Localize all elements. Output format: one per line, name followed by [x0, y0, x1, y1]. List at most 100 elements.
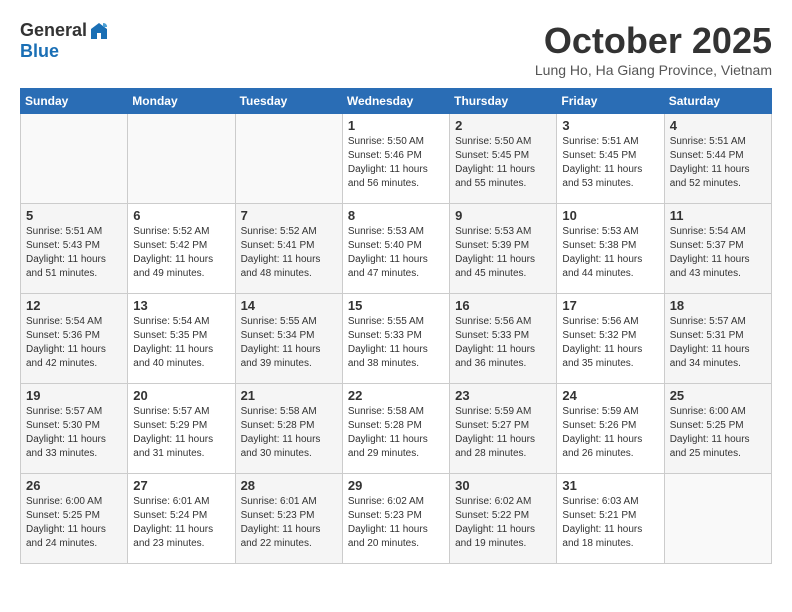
page-header: General Blue October 2025 Lung Ho, Ha Gi… [20, 20, 772, 78]
day-info: Sunrise: 5:53 AM Sunset: 5:39 PM Dayligh… [455, 225, 551, 281]
day-cell-31: 31 Sunrise: 6:03 AM Sunset: 5:21 PM Dayli… [557, 474, 664, 564]
day-info: Sunrise: 5:55 AM Sunset: 5:33 PM Dayligh… [348, 315, 444, 371]
weekday-header-tuesday: Tuesday [235, 89, 342, 114]
week-row-2: 5 Sunrise: 5:51 AM Sunset: 5:43 PM Daylig… [21, 204, 772, 294]
day-number: 31 [562, 478, 658, 493]
day-cell-24: 24 Sunrise: 5:59 AM Sunset: 5:26 PM Dayli… [557, 384, 664, 474]
day-cell-12: 12 Sunrise: 5:54 AM Sunset: 5:36 PM Dayli… [21, 294, 128, 384]
day-info: Sunrise: 5:58 AM Sunset: 5:28 PM Dayligh… [241, 405, 337, 461]
weekday-header-row: SundayMondayTuesdayWednesdayThursdayFrid… [21, 89, 772, 114]
location-text: Lung Ho, Ha Giang Province, Vietnam [535, 62, 772, 78]
day-cell-9: 9 Sunrise: 5:53 AM Sunset: 5:39 PM Daylig… [450, 204, 557, 294]
day-info: Sunrise: 5:56 AM Sunset: 5:32 PM Dayligh… [562, 315, 658, 371]
day-number: 15 [348, 298, 444, 313]
day-info: Sunrise: 5:50 AM Sunset: 5:46 PM Dayligh… [348, 135, 444, 191]
logo: General Blue [20, 20, 109, 62]
day-info: Sunrise: 5:57 AM Sunset: 5:30 PM Dayligh… [26, 405, 122, 461]
day-info: Sunrise: 5:52 AM Sunset: 5:41 PM Dayligh… [241, 225, 337, 281]
day-number: 4 [670, 118, 766, 133]
day-info: Sunrise: 5:58 AM Sunset: 5:28 PM Dayligh… [348, 405, 444, 461]
day-number: 21 [241, 388, 337, 403]
day-number: 29 [348, 478, 444, 493]
day-number: 8 [348, 208, 444, 223]
day-number: 5 [26, 208, 122, 223]
day-info: Sunrise: 6:03 AM Sunset: 5:21 PM Dayligh… [562, 495, 658, 551]
day-number: 22 [348, 388, 444, 403]
day-cell-28: 28 Sunrise: 6:01 AM Sunset: 5:23 PM Dayli… [235, 474, 342, 564]
day-number: 16 [455, 298, 551, 313]
day-info: Sunrise: 5:57 AM Sunset: 5:29 PM Dayligh… [133, 405, 229, 461]
day-number: 7 [241, 208, 337, 223]
day-cell-13: 13 Sunrise: 5:54 AM Sunset: 5:35 PM Dayli… [128, 294, 235, 384]
day-cell-7: 7 Sunrise: 5:52 AM Sunset: 5:41 PM Daylig… [235, 204, 342, 294]
weekday-header-friday: Friday [557, 89, 664, 114]
day-cell-18: 18Sunrise: 5:57 AM Sunset: 5:31 PM Dayli… [664, 294, 771, 384]
day-cell-23: 23 Sunrise: 5:59 AM Sunset: 5:27 PM Dayli… [450, 384, 557, 474]
day-cell-6: 6Sunrise: 5:52 AM Sunset: 5:42 PM Daylig… [128, 204, 235, 294]
day-number: 1 [348, 118, 444, 133]
day-info: Sunrise: 5:51 AM Sunset: 5:44 PM Dayligh… [670, 135, 766, 191]
day-info: Sunrise: 6:02 AM Sunset: 5:23 PM Dayligh… [348, 495, 444, 551]
day-info: Sunrise: 5:53 AM Sunset: 5:40 PM Dayligh… [348, 225, 444, 281]
day-cell-20: 20 Sunrise: 5:57 AM Sunset: 5:29 PM Dayli… [128, 384, 235, 474]
day-cell-22: 22 Sunrise: 5:58 AM Sunset: 5:28 PM Dayli… [342, 384, 449, 474]
day-number: 9 [455, 208, 551, 223]
day-cell-19: 19 Sunrise: 5:57 AM Sunset: 5:30 PM Dayli… [21, 384, 128, 474]
day-cell-25: 25Sunrise: 6:00 AM Sunset: 5:25 PM Dayli… [664, 384, 771, 474]
weekday-header-monday: Monday [128, 89, 235, 114]
day-info: Sunrise: 5:51 AM Sunset: 5:43 PM Dayligh… [26, 225, 122, 281]
week-row-5: 26 Sunrise: 6:00 AM Sunset: 5:25 PM Dayli… [21, 474, 772, 564]
weekday-header-wednesday: Wednesday [342, 89, 449, 114]
day-info: Sunrise: 6:00 AM Sunset: 5:25 PM Dayligh… [26, 495, 122, 551]
day-cell-4: 4 Sunrise: 5:51 AM Sunset: 5:44 PM Daylig… [664, 114, 771, 204]
week-row-1: 1 Sunrise: 5:50 AM Sunset: 5:46 PM Daylig… [21, 114, 772, 204]
day-cell-30: 30 Sunrise: 6:02 AM Sunset: 5:22 PM Dayli… [450, 474, 557, 564]
day-number: 28 [241, 478, 337, 493]
day-info: Sunrise: 5:59 AM Sunset: 5:26 PM Dayligh… [562, 405, 658, 461]
weekday-header-saturday: Saturday [664, 89, 771, 114]
day-cell-26: 26 Sunrise: 6:00 AM Sunset: 5:25 PM Dayli… [21, 474, 128, 564]
day-info: Sunrise: 5:51 AM Sunset: 5:45 PM Dayligh… [562, 135, 658, 191]
day-number: 13 [133, 298, 229, 313]
day-cell-3: 3 Sunrise: 5:51 AM Sunset: 5:45 PM Daylig… [557, 114, 664, 204]
day-info: Sunrise: 6:02 AM Sunset: 5:22 PM Dayligh… [455, 495, 551, 551]
day-number: 12 [26, 298, 122, 313]
day-cell-21: 21 Sunrise: 5:58 AM Sunset: 5:28 PM Dayli… [235, 384, 342, 474]
day-number: 11 [670, 208, 766, 223]
title-block: October 2025 Lung Ho, Ha Giang Province,… [535, 20, 772, 78]
empty-cell [128, 114, 235, 204]
day-cell-5: 5 Sunrise: 5:51 AM Sunset: 5:43 PM Daylig… [21, 204, 128, 294]
day-number: 17 [562, 298, 658, 313]
day-info: Sunrise: 6:00 AM Sunset: 5:25 PM Dayligh… [670, 405, 766, 461]
day-info: Sunrise: 6:01 AM Sunset: 5:24 PM Dayligh… [133, 495, 229, 551]
day-info: Sunrise: 5:54 AM Sunset: 5:36 PM Dayligh… [26, 315, 122, 371]
empty-cell [235, 114, 342, 204]
day-number: 19 [26, 388, 122, 403]
day-info: Sunrise: 5:56 AM Sunset: 5:33 PM Dayligh… [455, 315, 551, 371]
day-number: 24 [562, 388, 658, 403]
day-cell-2: 2 Sunrise: 5:50 AM Sunset: 5:45 PM Daylig… [450, 114, 557, 204]
day-number: 20 [133, 388, 229, 403]
day-info: Sunrise: 6:01 AM Sunset: 5:23 PM Dayligh… [241, 495, 337, 551]
day-info: Sunrise: 5:53 AM Sunset: 5:38 PM Dayligh… [562, 225, 658, 281]
day-cell-27: 27Sunrise: 6:01 AM Sunset: 5:24 PM Dayli… [128, 474, 235, 564]
day-number: 2 [455, 118, 551, 133]
day-info: Sunrise: 5:59 AM Sunset: 5:27 PM Dayligh… [455, 405, 551, 461]
day-cell-29: 29 Sunrise: 6:02 AM Sunset: 5:23 PM Dayli… [342, 474, 449, 564]
logo-icon [89, 21, 109, 41]
day-info: Sunrise: 5:50 AM Sunset: 5:45 PM Dayligh… [455, 135, 551, 191]
day-cell-14: 14Sunrise: 5:55 AM Sunset: 5:34 PM Dayli… [235, 294, 342, 384]
week-row-4: 19 Sunrise: 5:57 AM Sunset: 5:30 PM Dayli… [21, 384, 772, 474]
day-number: 26 [26, 478, 122, 493]
day-number: 14 [241, 298, 337, 313]
day-number: 23 [455, 388, 551, 403]
day-cell-17: 17 Sunrise: 5:56 AM Sunset: 5:32 PM Dayli… [557, 294, 664, 384]
day-number: 3 [562, 118, 658, 133]
month-title: October 2025 [535, 20, 772, 62]
week-row-3: 12 Sunrise: 5:54 AM Sunset: 5:36 PM Dayli… [21, 294, 772, 384]
logo-general-text: General [20, 20, 87, 41]
day-info: Sunrise: 5:52 AM Sunset: 5:42 PM Dayligh… [133, 225, 229, 281]
day-cell-10: 10Sunrise: 5:53 AM Sunset: 5:38 PM Dayli… [557, 204, 664, 294]
day-info: Sunrise: 5:54 AM Sunset: 5:35 PM Dayligh… [133, 315, 229, 371]
day-number: 30 [455, 478, 551, 493]
